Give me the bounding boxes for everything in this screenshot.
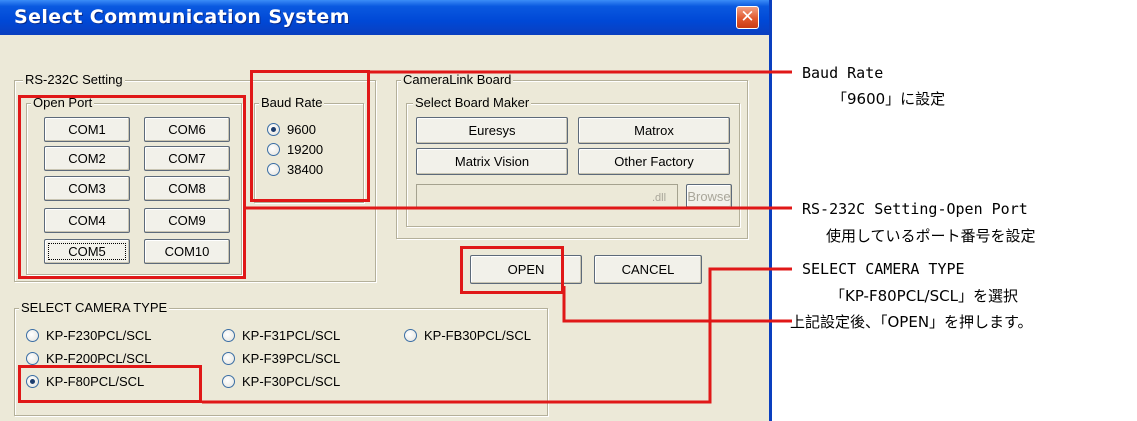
camera-annotation-desc: 「KP-F80PCL/SCL」を選択	[830, 287, 1018, 305]
port-annotation-desc: 使用しているポート番号を設定	[826, 227, 1036, 245]
camera-annotation-title: SELECT CAMERA TYPE	[802, 260, 965, 278]
camera-connector	[202, 267, 792, 404]
port-annotation-title: RS-232C Setting-Open Port	[802, 200, 1028, 218]
open-connector	[562, 286, 792, 323]
baud-annotation-title: Baud Rate	[802, 64, 884, 82]
baud-annotation-desc: 「9600」に設定	[832, 90, 946, 108]
open-annotation-note: 上記設定後、「OPEN」を押します。	[790, 313, 1033, 331]
